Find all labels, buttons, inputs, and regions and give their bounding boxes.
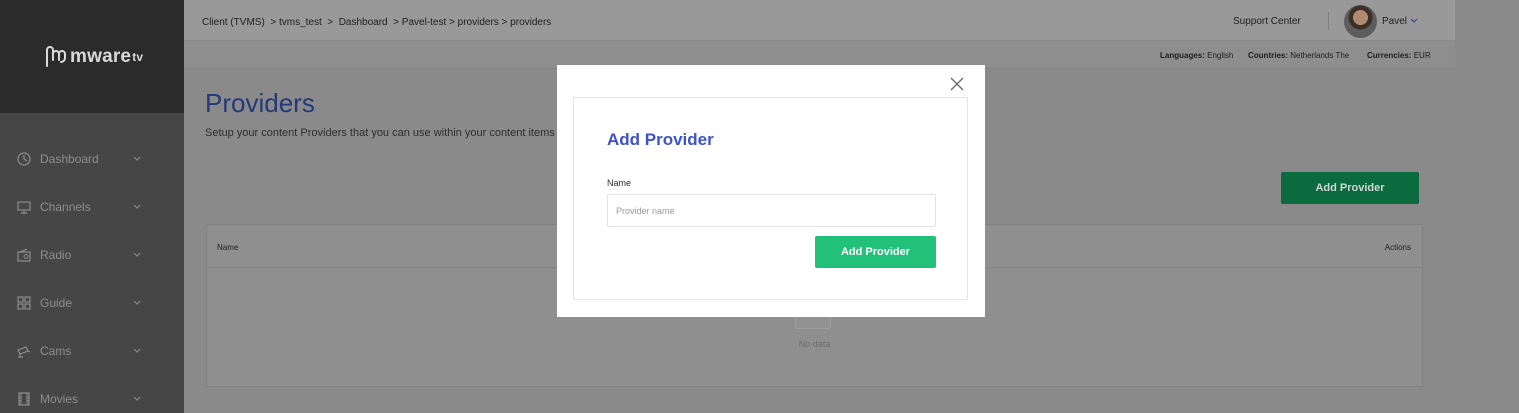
sidebar-item-guide[interactable]: Guide: [0, 279, 184, 327]
currencies-value: EUR: [1413, 51, 1431, 60]
chevron-down-icon: [133, 204, 141, 209]
sidebar-nav: Dashboard Channels Radio Guide Cams Movi…: [0, 113, 184, 413]
name-field-label: Name: [607, 178, 632, 188]
chevron-down-icon: [133, 348, 141, 353]
add-provider-modal: Add Provider Name Add Provider: [557, 65, 985, 317]
user-name[interactable]: Pavel: [1382, 16, 1407, 27]
dashboard-icon: [16, 151, 32, 167]
languages-info: Languages: English: [1160, 51, 1233, 60]
chevron-down-icon[interactable]: [1409, 15, 1419, 25]
logo-sup: tv: [132, 49, 144, 64]
sidebar-item-label: Dashboard: [40, 152, 99, 166]
languages-label: Languages:: [1160, 51, 1205, 60]
provider-name-input[interactable]: [607, 194, 936, 227]
movies-icon: [16, 391, 32, 407]
countries-info: Countries: Netherlands The: [1248, 51, 1349, 60]
chevron-down-icon: [133, 156, 141, 161]
countries-value: Netherlands The: [1290, 51, 1350, 60]
sidebar-item-dashboard[interactable]: Dashboard: [0, 135, 184, 183]
breadcrumb[interactable]: Client (TVMS) > tvms_test > Dashboard > …: [202, 17, 551, 28]
top-bar: Client (TVMS) > tvms_test > Dashboard > …: [184, 0, 1455, 41]
guide-icon: [16, 295, 32, 311]
sidebar-item-cams[interactable]: Cams: [0, 327, 184, 375]
logo-area: mware tv: [0, 0, 184, 113]
chevron-down-icon: [133, 252, 141, 257]
close-icon[interactable]: [950, 77, 964, 91]
add-provider-button[interactable]: Add Provider: [1281, 172, 1419, 204]
modal-form-panel: Add Provider Name Add Provider: [573, 97, 968, 300]
sidebar-item-label: Radio: [40, 248, 72, 262]
sidebar-item-movies[interactable]: Movies: [0, 375, 184, 413]
languages-value: English: [1207, 51, 1234, 60]
logo[interactable]: mware tv: [44, 46, 143, 68]
divider: [1328, 12, 1329, 30]
sidebar-item-channels[interactable]: Channels: [0, 183, 184, 231]
chevron-down-icon: [133, 396, 141, 401]
currencies-info: Currencies: EUR: [1367, 51, 1431, 60]
radio-icon: [16, 247, 32, 263]
sidebar-item-label: Guide: [40, 296, 73, 310]
sidebar-item-label: Cams: [40, 344, 72, 358]
sidebar-item-label: Movies: [40, 392, 79, 406]
countries-label: Countries:: [1248, 51, 1288, 60]
page-description: Setup your content Providers that you ca…: [205, 127, 555, 139]
avatar[interactable]: [1344, 5, 1377, 38]
column-header-name[interactable]: Name: [217, 243, 238, 252]
cams-icon: [16, 343, 32, 359]
logo-mark-icon: [46, 45, 66, 67]
column-header-actions: Actions: [1384, 243, 1411, 252]
chevron-down-icon: [133, 300, 141, 305]
currencies-label: Currencies:: [1367, 51, 1412, 60]
modal-add-provider-button[interactable]: Add Provider: [815, 236, 936, 268]
sidebar-item-label: Channels: [40, 200, 91, 214]
sidebar-item-radio[interactable]: Radio: [0, 231, 184, 279]
monitor-icon: [16, 199, 32, 215]
empty-box-icon: [795, 315, 831, 329]
sidebar: mware tv Dashboard Channels Radio Guide …: [0, 0, 184, 413]
logo-text: mware: [70, 45, 132, 67]
page-title: Providers: [205, 88, 315, 118]
right-margin: [1455, 0, 1519, 413]
modal-title: Add Provider: [607, 130, 714, 149]
empty-state-text: No data: [798, 339, 831, 349]
support-center-link[interactable]: Support Center: [1233, 16, 1301, 27]
